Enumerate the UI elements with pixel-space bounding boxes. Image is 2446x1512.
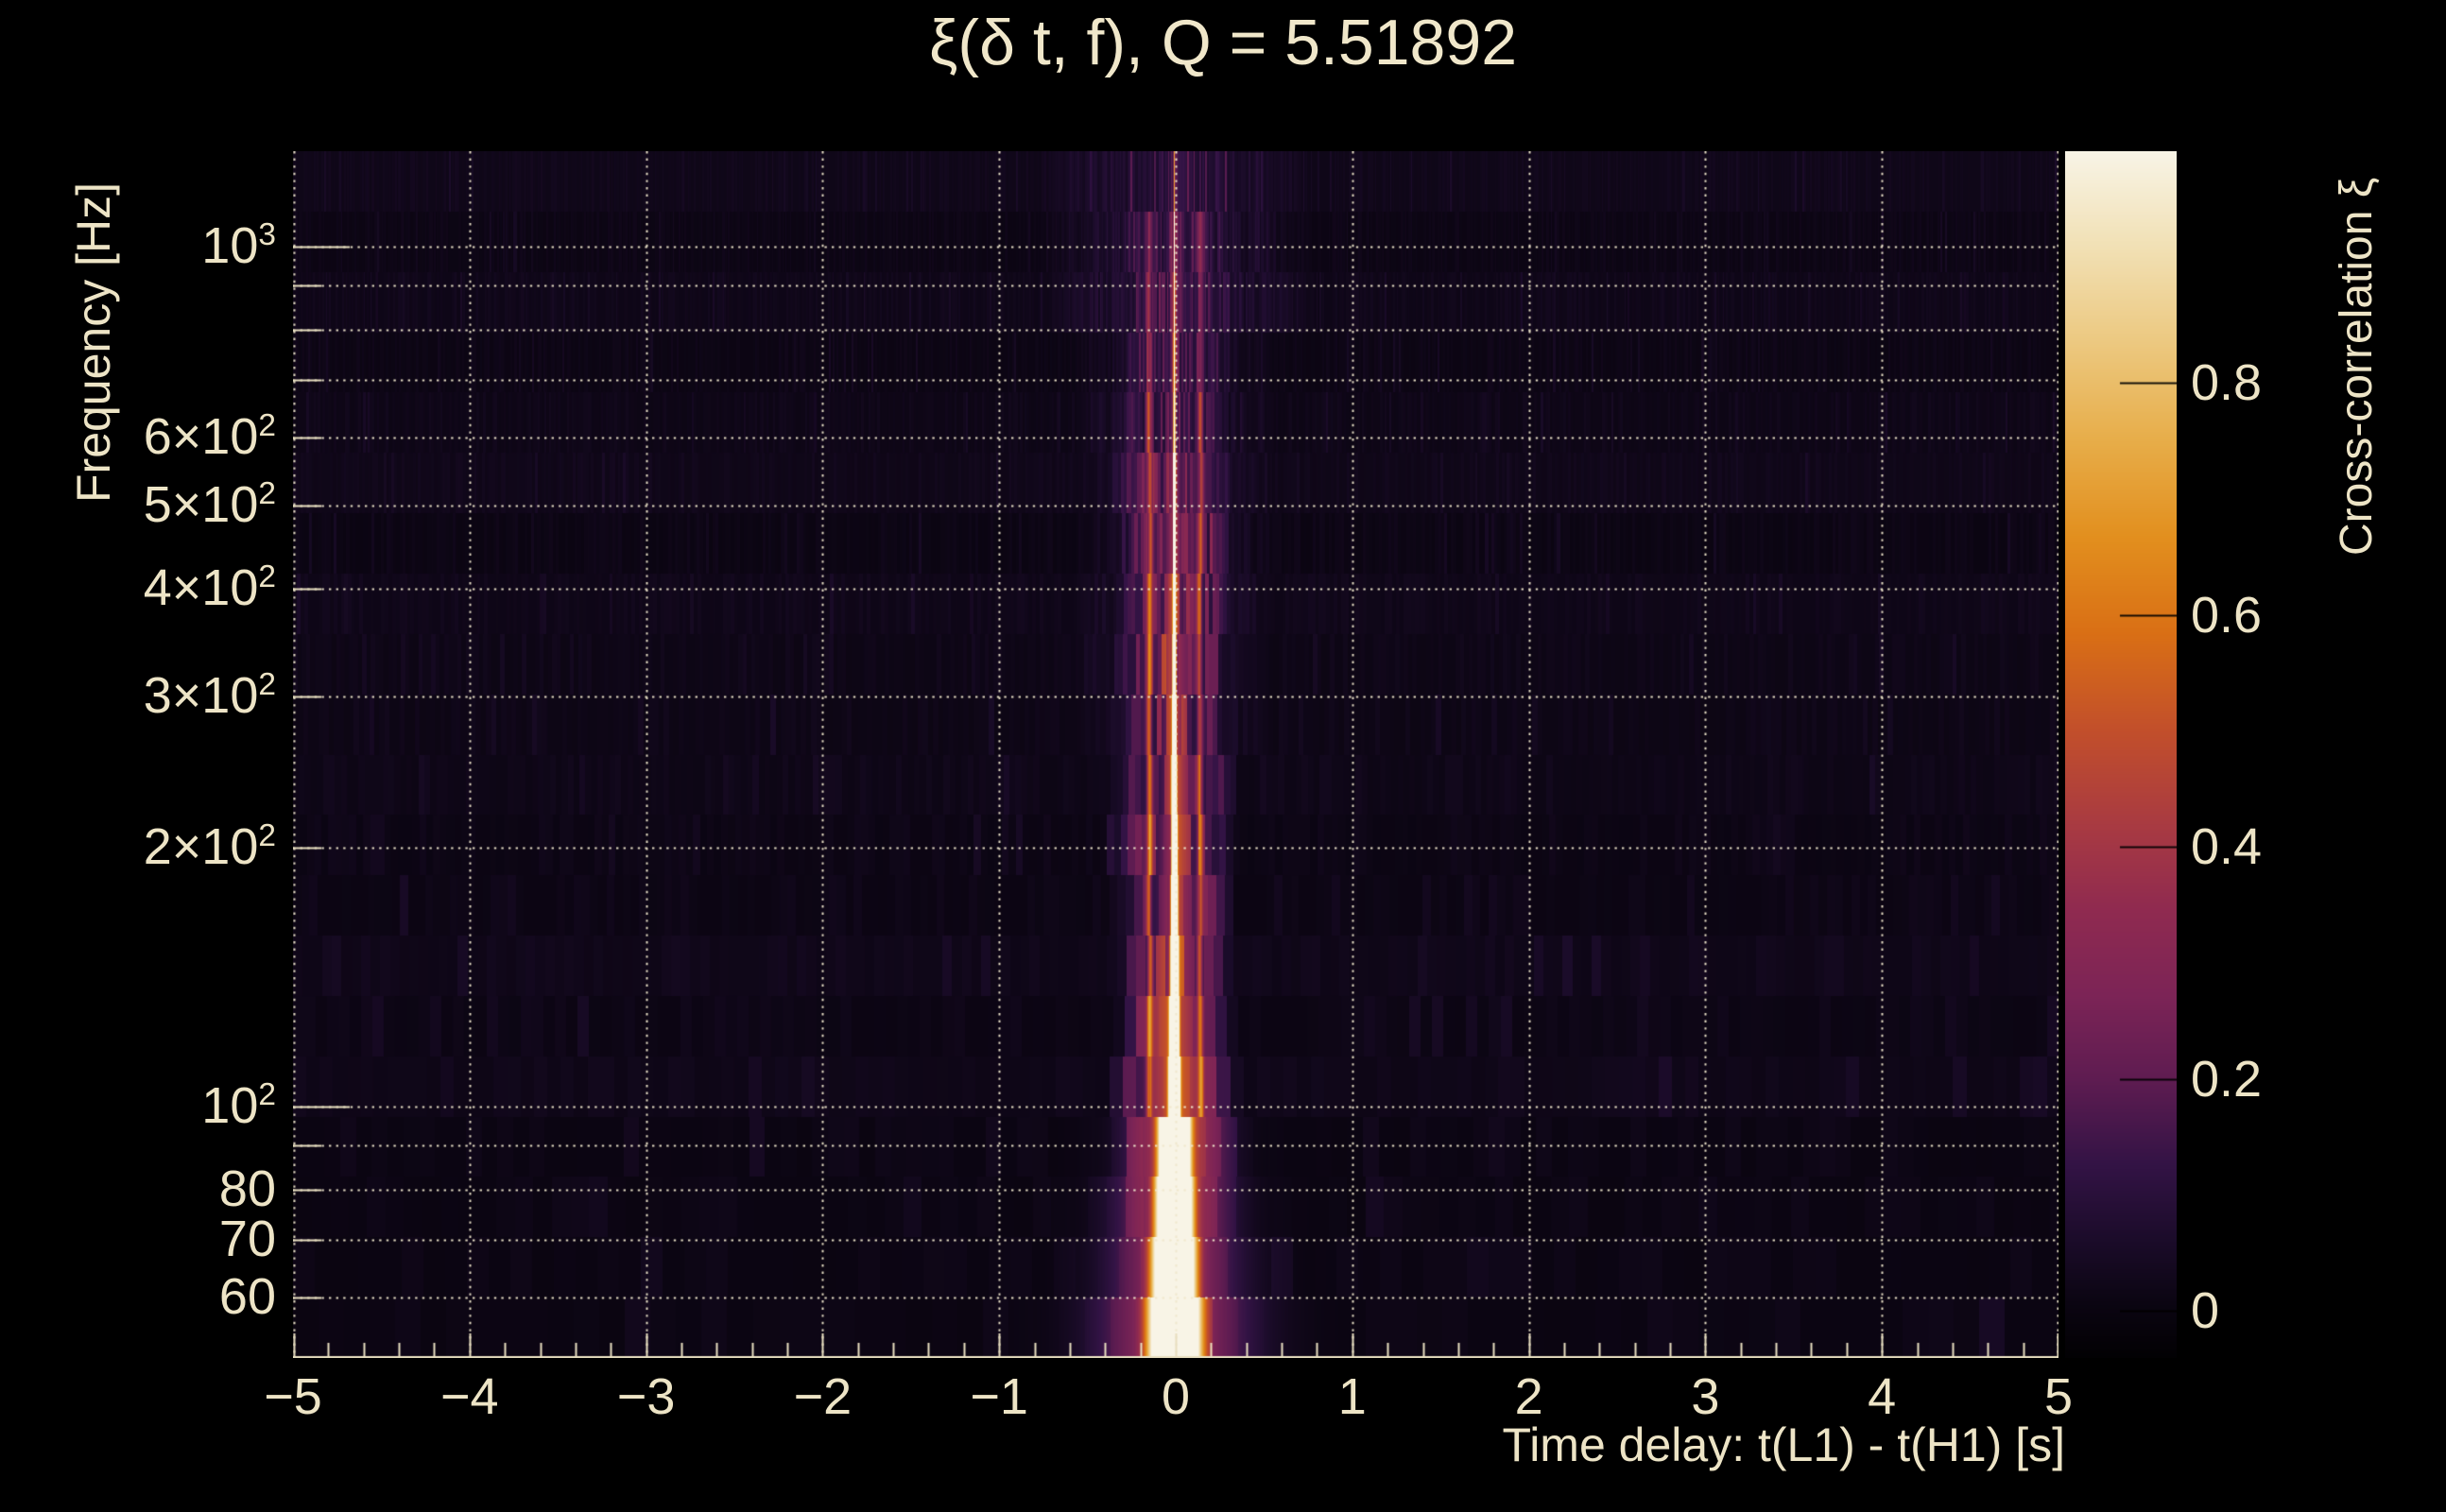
y-tick-label: 102 <box>201 1076 276 1134</box>
colorbar-canvas <box>2065 151 2177 1358</box>
x-tick-label: −5 <box>264 1368 322 1425</box>
x-tick-label: 2 <box>1514 1368 1543 1425</box>
y-tick-label: 60 <box>218 1267 276 1325</box>
x-tick-label: −3 <box>616 1368 676 1425</box>
x-tick-label: −4 <box>440 1368 499 1425</box>
x-tick-label: 4 <box>1868 1368 1897 1425</box>
colorbar-tick-label: 0.2 <box>2191 1051 2263 1108</box>
y-tick-label: 5×102 <box>143 475 276 533</box>
x-tick-label: 1 <box>1337 1368 1367 1425</box>
x-tick-label: 0 <box>1161 1368 1191 1425</box>
x-tick-label: 3 <box>1691 1368 1720 1425</box>
y-tick-label: 6×102 <box>143 407 276 465</box>
x-tick-label: 5 <box>2043 1368 2074 1425</box>
colorbar-tick-label: 0.6 <box>2191 587 2263 644</box>
y-tick-label: 3×102 <box>143 666 276 724</box>
heatmap-plot-canvas <box>293 151 2058 1358</box>
y-tick-label: 103 <box>201 216 276 274</box>
y-tick-label: 4×102 <box>143 558 276 616</box>
colorbar-tick-label: 0.8 <box>2191 354 2263 411</box>
y-axis-title: Frequency [Hz] <box>67 181 120 503</box>
y-tick-label: 70 <box>218 1210 276 1267</box>
x-tick-label: −2 <box>793 1368 853 1425</box>
colorbar-tick-label: 0 <box>2191 1282 2220 1339</box>
figure: ξ(δ t, f), Q = 5.51892 103 6×102 5×102 4×10… <box>0 0 2446 1512</box>
x-tick-label: −1 <box>970 1368 1028 1425</box>
chart-title: ξ(δ t, f), Q = 5.51892 <box>928 7 1518 78</box>
colorbar-tick-label: 0.4 <box>2191 818 2263 875</box>
colorbar-title: Cross-correlation ξ <box>2332 177 2382 556</box>
y-tick-label: 2×102 <box>143 817 276 875</box>
x-axis-title: Time delay: t(L1) - t(H1) [s] <box>1502 1418 2065 1471</box>
y-tick-label: 80 <box>218 1160 276 1218</box>
